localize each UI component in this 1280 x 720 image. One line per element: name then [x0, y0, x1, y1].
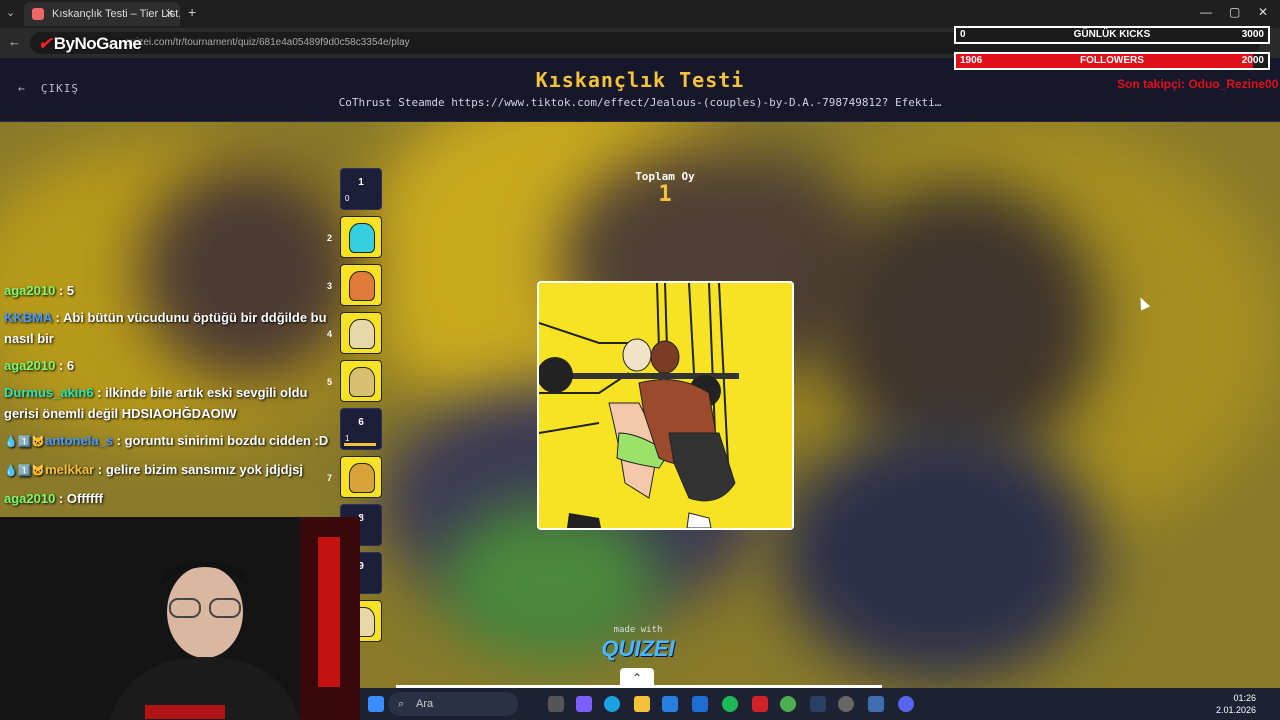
chat-username[interactable]: antonela_s: [45, 433, 113, 448]
taskbar-search-label: Ara: [416, 698, 434, 710]
new-tab-icon[interactable]: +: [188, 4, 196, 20]
chat-text: : goruntu sinirimi bozdu cidden :D: [116, 433, 329, 448]
slot-thumbnail: [349, 223, 375, 253]
chat-message: 💧1️⃣🐱melkkar : gelire bizim sansımız yok…: [4, 459, 338, 482]
close-tab-icon[interactable]: ✕: [165, 2, 174, 26]
file-explorer-icon[interactable]: [634, 696, 650, 712]
spotify-icon[interactable]: [722, 696, 738, 712]
search-icon: ⌕: [398, 698, 405, 710]
chrome-icon[interactable]: [780, 696, 796, 712]
bracket-slot[interactable]: 4: [327, 312, 382, 354]
streamer-silhouette: [0, 517, 360, 720]
chat-message: aga2010 : Offffff: [4, 488, 338, 509]
close-window-icon[interactable]: ✕: [1258, 5, 1268, 19]
slot-thumbnail: [349, 319, 375, 349]
slot-thumbnail: [349, 463, 375, 493]
followers-counter: 1906 FOLLOWERS 2000: [954, 52, 1270, 70]
chat-badges-icon: 💧1️⃣🐱: [4, 465, 46, 477]
settings-gear-icon[interactable]: [868, 696, 884, 712]
bracket-slot[interactable]: 5: [327, 360, 382, 402]
slot-thumbnail: [349, 271, 375, 301]
woman-head: [622, 338, 652, 372]
followers-label: FOLLOWERS: [1080, 55, 1144, 66]
taskbar-search[interactable]: ⌕ Ara: [388, 692, 518, 716]
clock-time: 01:26: [1233, 693, 1256, 703]
kicks-counter: 0 GÜNLÜK KICKS 3000: [954, 26, 1270, 44]
screen: ⌄ Kıskançlık Testi – Tier List, Kör S ✕ …: [0, 0, 1280, 720]
total-votes-count: 1: [658, 182, 672, 207]
chat-badges-icon: 💧1️⃣🐱: [4, 436, 46, 448]
chat-username[interactable]: KKBMA: [4, 310, 52, 325]
bracket-slot[interactable]: 3: [327, 264, 382, 306]
chat-message: KKBMA : Abi bütün vücudunu öptüğü bir dd…: [4, 307, 338, 349]
minimize-icon[interactable]: —: [1200, 5, 1212, 19]
chat-text: : gelire bizim sansımız yok jdjdjsj: [97, 462, 304, 477]
slot-vote-bar: [344, 443, 377, 446]
chat-text: : Abi bütün vücudunu öptüğü bir ddğilde …: [4, 310, 327, 346]
favicon-icon: [32, 8, 44, 20]
chat-username[interactable]: aga2010: [4, 491, 55, 506]
browser-tab-bar: ⌄ Kıskançlık Testi – Tier List, Kör S ✕ …: [0, 0, 1280, 28]
quizei-logo[interactable]: QUIZEI: [590, 636, 686, 662]
copilot-icon[interactable]: [576, 696, 592, 712]
logo-mark-icon: ✔: [38, 34, 52, 53]
chat-username[interactable]: aga2010: [4, 358, 55, 373]
chat-username[interactable]: Durmus_akin6: [4, 385, 94, 400]
chat-message: Durmus_akin6 : ilkinde bile artık eski s…: [4, 382, 338, 424]
app-red-icon[interactable]: [752, 696, 768, 712]
bracket-slot[interactable]: 61: [340, 408, 382, 450]
chat-text: : 5: [58, 283, 75, 298]
logo-text: ByNoGame: [53, 34, 142, 53]
back-arrow-icon[interactable]: ←: [8, 34, 21, 49]
quiz-subtitle: CoThrust Steamde https://www.tiktok.com/…: [338, 96, 942, 109]
store-icon[interactable]: [662, 696, 678, 712]
bracket-slot[interactable]: 2: [327, 216, 382, 258]
stream-chat: aga2010 : 5 KKBMA : Abi bütün vücudunu öp…: [4, 280, 338, 515]
bracket-slot[interactable]: 7: [327, 456, 382, 498]
last-follower: Son takipçi: Oduo_Rezine00: [1117, 77, 1279, 91]
candidate-card[interactable]: [537, 281, 794, 530]
slot-vote-count: 0: [345, 194, 350, 203]
chat-username[interactable]: melkkar: [45, 462, 94, 477]
taskbar-clock[interactable]: 01:26 2.01.2026: [1216, 692, 1256, 716]
chat-message: aga2010 : 5: [4, 280, 338, 301]
task-view-icon[interactable]: [548, 696, 564, 712]
discord-icon[interactable]: [898, 696, 914, 712]
chat-username[interactable]: aga2010: [4, 283, 55, 298]
slot-vote-count: 1: [345, 434, 350, 443]
windows-start-icon[interactable]: [368, 696, 384, 712]
mail-icon[interactable]: [692, 696, 708, 712]
slot-number: 6: [358, 417, 364, 428]
maximize-icon[interactable]: ▢: [1229, 5, 1240, 19]
windows-taskbar: ⌕ Ara 01:26 2.01.2026: [360, 688, 1280, 720]
chat-text: : Offffff: [58, 491, 103, 506]
followers-goal: 2000: [1241, 55, 1264, 66]
tab-search-icon[interactable]: ⌄: [6, 6, 15, 19]
edge-icon[interactable]: [604, 696, 620, 712]
made-with-label: made with: [613, 625, 663, 635]
browser-tab[interactable]: Kıskançlık Testi – Tier List, Kör S ✕: [24, 2, 180, 26]
steam-icon[interactable]: [810, 696, 826, 712]
bracket-slot[interactable]: 10: [340, 168, 382, 210]
slot-thumbnail: [349, 367, 375, 397]
kicks-goal: 3000: [1241, 29, 1264, 40]
bynogame-logo: ✔ ByNoGame: [38, 34, 142, 54]
slot-number: 1: [358, 177, 364, 188]
candidate-illustration: [539, 283, 792, 528]
quiz-title: Kıskançlık Testi: [535, 68, 745, 92]
clock-date: 2.01.2026: [1215, 705, 1256, 715]
slot-side-number: 2: [327, 233, 333, 243]
obs-icon[interactable]: [838, 696, 854, 712]
chat-message: 💧1️⃣🐱antonela_s : goruntu sinirimi bozdu…: [4, 430, 338, 453]
tab-title: Kıskançlık Testi – Tier List, Kör S: [52, 8, 180, 20]
webcam-feed: [0, 517, 360, 720]
chat-text: : 6: [58, 358, 75, 373]
man-head: [650, 340, 680, 374]
kicks-label: GÜNLÜK KICKS: [1073, 29, 1151, 40]
chat-message: aga2010 : 6: [4, 355, 338, 376]
